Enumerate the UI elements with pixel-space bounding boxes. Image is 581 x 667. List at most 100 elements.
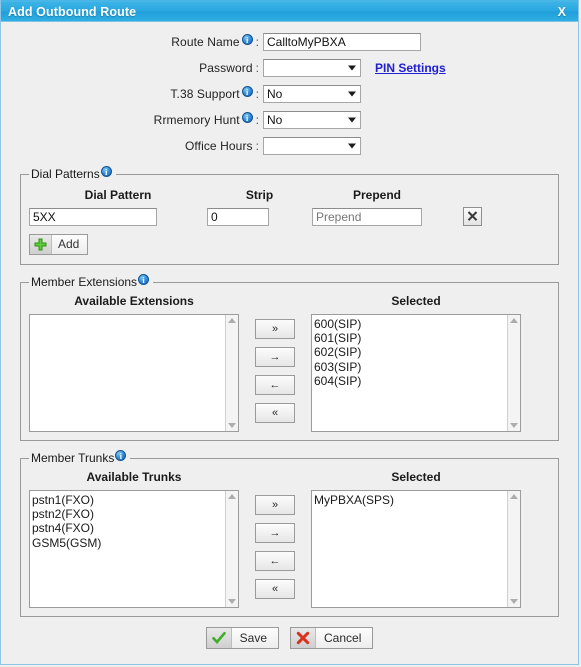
- column-header-strip: Strip: [245, 188, 274, 202]
- dialog-titlebar: Add Outbound Route X: [1, 0, 578, 22]
- checkmark-icon: [206, 628, 232, 648]
- available-extensions-listbox[interactable]: [29, 314, 239, 432]
- trunks-transfer-buttons: » → ← «: [239, 470, 311, 599]
- column-header-dial-pattern: Dial Pattern: [84, 188, 152, 202]
- pin-settings-link[interactable]: PIN Settings: [375, 61, 446, 75]
- list-item[interactable]: 604(SIP): [314, 374, 520, 388]
- scroll-up-icon[interactable]: [510, 318, 518, 323]
- scrollbar[interactable]: [507, 315, 520, 431]
- field-row-t38-support: T.38 Support i: No: [1, 83, 578, 105]
- selected-extensions-column: Selected 600(SIP) 601(SIP) 602(SIP) 603(SIP…: [311, 294, 521, 432]
- scrollbar[interactable]: [225, 491, 238, 607]
- t38-support-label: T.38 Support i:: [170, 85, 259, 101]
- rrmemory-hunt-select[interactable]: No: [263, 111, 361, 129]
- info-icon[interactable]: i: [138, 273, 150, 285]
- available-extensions-items: [30, 315, 238, 431]
- column-header-prepend: Prepend: [352, 188, 401, 202]
- available-extensions-column: Available Extensions: [29, 294, 239, 432]
- close-icon[interactable]: X: [556, 5, 568, 19]
- scroll-down-icon[interactable]: [228, 599, 236, 604]
- t38-support-select[interactable]: No: [263, 85, 361, 103]
- selected-trunks-items: MyPBXA(SPS): [312, 491, 520, 607]
- selected-trunks-listbox[interactable]: MyPBXA(SPS): [311, 490, 521, 608]
- selected-trunks-column: Selected MyPBXA(SPS): [311, 470, 521, 608]
- list-item[interactable]: 603(SIP): [314, 360, 520, 374]
- selected-trunks-header: Selected: [391, 470, 441, 484]
- office-hours-label: Office Hours:: [184, 139, 259, 153]
- chevron-down-icon: [348, 117, 356, 123]
- route-settings-form: Route Namei: Password: PIN Settings T.38…: [1, 22, 578, 167]
- scrollbar[interactable]: [507, 491, 520, 607]
- add-dial-pattern-button[interactable]: Add: [29, 234, 89, 255]
- info-icon[interactable]: i: [241, 33, 253, 45]
- list-item[interactable]: pstn4(FXO): [32, 521, 238, 535]
- list-item[interactable]: pstn2(FXO): [32, 507, 238, 521]
- selected-extensions-listbox[interactable]: 600(SIP) 601(SIP) 602(SIP) 603(SIP) 604(SIP): [311, 314, 521, 432]
- dial-pattern-row: [29, 207, 550, 226]
- route-name-label: Route Name i:: [171, 33, 259, 49]
- move-right-button[interactable]: →: [255, 347, 295, 367]
- move-all-left-button[interactable]: «: [255, 579, 295, 599]
- list-item[interactable]: GSM5(GSM): [32, 536, 238, 550]
- password-select[interactable]: [263, 59, 361, 77]
- cancel-button-label: Cancel: [316, 628, 373, 648]
- field-row-route-name: Route Name i:: [1, 31, 578, 53]
- member-trunks-legend: Member Trunks i: [29, 449, 130, 465]
- move-right-button[interactable]: →: [255, 523, 295, 543]
- dial-pattern-input[interactable]: [29, 207, 157, 226]
- scroll-up-icon[interactable]: [228, 494, 236, 499]
- available-trunks-items: pstn1(FXO) pstn2(FXO) pstn4(FXO) GSM5(GSM): [30, 491, 238, 607]
- chevron-down-icon: [348, 143, 356, 149]
- cancel-button[interactable]: Cancel: [290, 627, 374, 649]
- dial-patterns-legend: Dial Patterns i: [29, 165, 116, 181]
- available-trunks-listbox[interactable]: pstn1(FXO) pstn2(FXO) pstn4(FXO) GSM5(GSM): [29, 490, 239, 608]
- list-item[interactable]: MyPBXA(SPS): [314, 493, 520, 507]
- scrollbar[interactable]: [225, 315, 238, 431]
- member-trunks-section: Member Trunks i Available Trunks pstn1(FX…: [20, 449, 559, 617]
- dialog-footer: Save Cancel: [1, 627, 578, 649]
- scroll-down-icon[interactable]: [510, 599, 518, 604]
- list-item[interactable]: 602(SIP): [314, 345, 520, 359]
- chevron-down-icon: [348, 65, 356, 71]
- scroll-up-icon[interactable]: [510, 494, 518, 499]
- dialog-title: Add Outbound Route: [8, 4, 137, 19]
- info-icon[interactable]: i: [241, 85, 253, 97]
- move-left-button[interactable]: ←: [255, 375, 295, 395]
- list-item[interactable]: 601(SIP): [314, 331, 520, 345]
- field-row-rrmemory-hunt: Rrmemory Hunt i: No: [1, 109, 578, 131]
- available-trunks-header: Available Trunks: [86, 470, 182, 484]
- move-left-button[interactable]: ←: [255, 551, 295, 571]
- save-button[interactable]: Save: [205, 627, 279, 649]
- route-name-input[interactable]: [263, 33, 421, 51]
- info-icon[interactable]: i: [241, 111, 253, 123]
- scroll-down-icon[interactable]: [228, 423, 236, 428]
- extensions-transfer-buttons: » → ← «: [239, 294, 311, 423]
- field-row-office-hours: Office Hours:: [1, 135, 578, 157]
- list-item[interactable]: pstn1(FXO): [32, 493, 238, 507]
- move-all-right-button[interactable]: »: [255, 319, 295, 339]
- dial-patterns-section: Dial Patterns i Dial Pattern Strip Prepen…: [20, 165, 559, 265]
- move-all-right-button[interactable]: »: [255, 495, 295, 515]
- info-icon[interactable]: i: [115, 449, 127, 461]
- strip-input[interactable]: [207, 207, 269, 226]
- dial-patterns-header-row: Dial Pattern Strip Prepend: [29, 188, 550, 202]
- cross-icon: [291, 628, 316, 648]
- selected-extensions-items: 600(SIP) 601(SIP) 602(SIP) 603(SIP) 604(SIP): [312, 315, 520, 431]
- office-hours-select[interactable]: [263, 137, 361, 155]
- list-item[interactable]: 600(SIP): [314, 317, 520, 331]
- prepend-input[interactable]: [312, 207, 422, 226]
- move-all-left-button[interactable]: «: [255, 403, 295, 423]
- plus-icon: [30, 235, 52, 254]
- available-extensions-header: Available Extensions: [74, 294, 194, 308]
- available-trunks-column: Available Trunks pstn1(FXO) pstn2(FXO) pst…: [29, 470, 239, 608]
- scroll-down-icon[interactable]: [510, 423, 518, 428]
- close-icon: [467, 211, 477, 221]
- member-extensions-dual-list: Available Extensions » → ← « Selected 60…: [29, 293, 550, 432]
- password-label: Password:: [199, 61, 259, 75]
- member-trunks-dual-list: Available Trunks pstn1(FXO) pstn2(FXO) pst…: [29, 469, 550, 608]
- info-icon[interactable]: i: [100, 165, 112, 177]
- scroll-up-icon[interactable]: [228, 318, 236, 323]
- delete-row-button[interactable]: [462, 207, 482, 226]
- selected-extensions-header: Selected: [391, 294, 441, 308]
- add-button-label: Add: [52, 235, 88, 254]
